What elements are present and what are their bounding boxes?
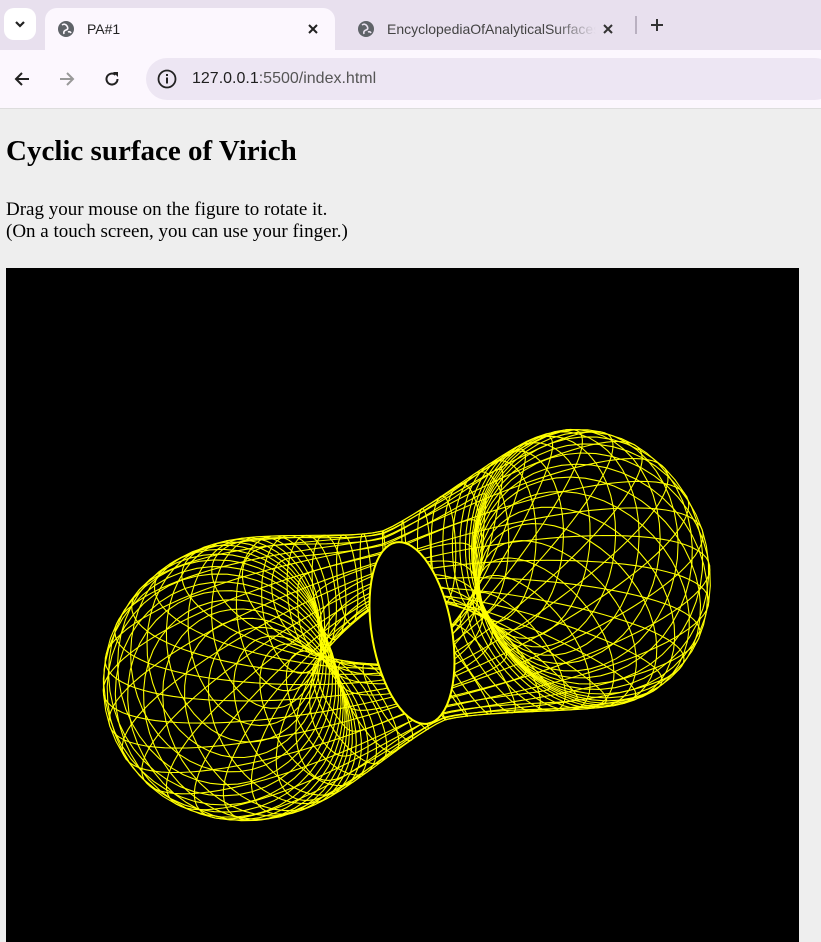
- instruction-line: (On a touch screen, you can use your fin…: [6, 221, 348, 242]
- page-scrollbar[interactable]: [807, 109, 821, 942]
- plus-icon: [651, 19, 663, 31]
- page-title: Cyclic surface of Virich: [6, 135, 297, 167]
- tab-strip: PA#1 EncyclopediaOfAnalyticalSurfaces: [0, 0, 821, 50]
- url-host: 127.0.0.1: [192, 70, 259, 87]
- surface-wire: [336, 534, 359, 625]
- globe-icon: [58, 21, 74, 37]
- tab-pa1[interactable]: PA#1: [45, 8, 335, 50]
- reload-button[interactable]: [98, 65, 126, 93]
- surface-wire: [478, 523, 658, 708]
- tab-title: EncyclopediaOfAnalyticalSurfaces: [387, 21, 596, 37]
- tab-separator: [635, 16, 637, 34]
- browser-toolbar: 127.0.0.1:5500/index.html: [0, 50, 821, 109]
- page-content: Cyclic surface of Virich Drag your mouse…: [0, 109, 821, 942]
- info-icon[interactable]: [156, 68, 178, 90]
- close-icon: [308, 24, 318, 34]
- tab-search-button[interactable]: [4, 8, 36, 40]
- surface-wire: [143, 599, 348, 820]
- forward-button[interactable]: [53, 65, 81, 93]
- address-bar[interactable]: 127.0.0.1:5500/index.html: [146, 58, 821, 100]
- surface-wire: [312, 656, 388, 765]
- tab-close-button[interactable]: [301, 17, 325, 41]
- browser-chrome: PA#1 EncyclopediaOfAnalyticalSurfaces 12…: [0, 0, 821, 109]
- url-path: :5500/index.html: [258, 70, 377, 87]
- reload-icon: [105, 72, 119, 86]
- tab-close-button[interactable]: [596, 17, 620, 41]
- globe-icon: [358, 21, 374, 37]
- tab-encyclopedia[interactable]: EncyclopediaOfAnalyticalSurfaces: [345, 8, 630, 50]
- surface-canvas[interactable]: [6, 268, 799, 942]
- url-text: 127.0.0.1:5500/index.html: [192, 70, 376, 88]
- forward-arrow-icon: [60, 72, 75, 86]
- back-arrow-icon: [14, 72, 29, 86]
- surface-wire: [477, 490, 690, 704]
- virich-surface-figure: [102, 428, 711, 822]
- new-tab-button[interactable]: [645, 13, 669, 37]
- instruction-line: Drag your mouse on the figure to rotate …: [6, 199, 328, 220]
- back-button[interactable]: [8, 65, 36, 93]
- instructions: Drag your mouse on the figure to rotate …: [6, 199, 348, 243]
- close-icon: [603, 24, 613, 34]
- chevron-down-icon: [15, 21, 25, 28]
- tab-title: PA#1: [87, 21, 121, 37]
